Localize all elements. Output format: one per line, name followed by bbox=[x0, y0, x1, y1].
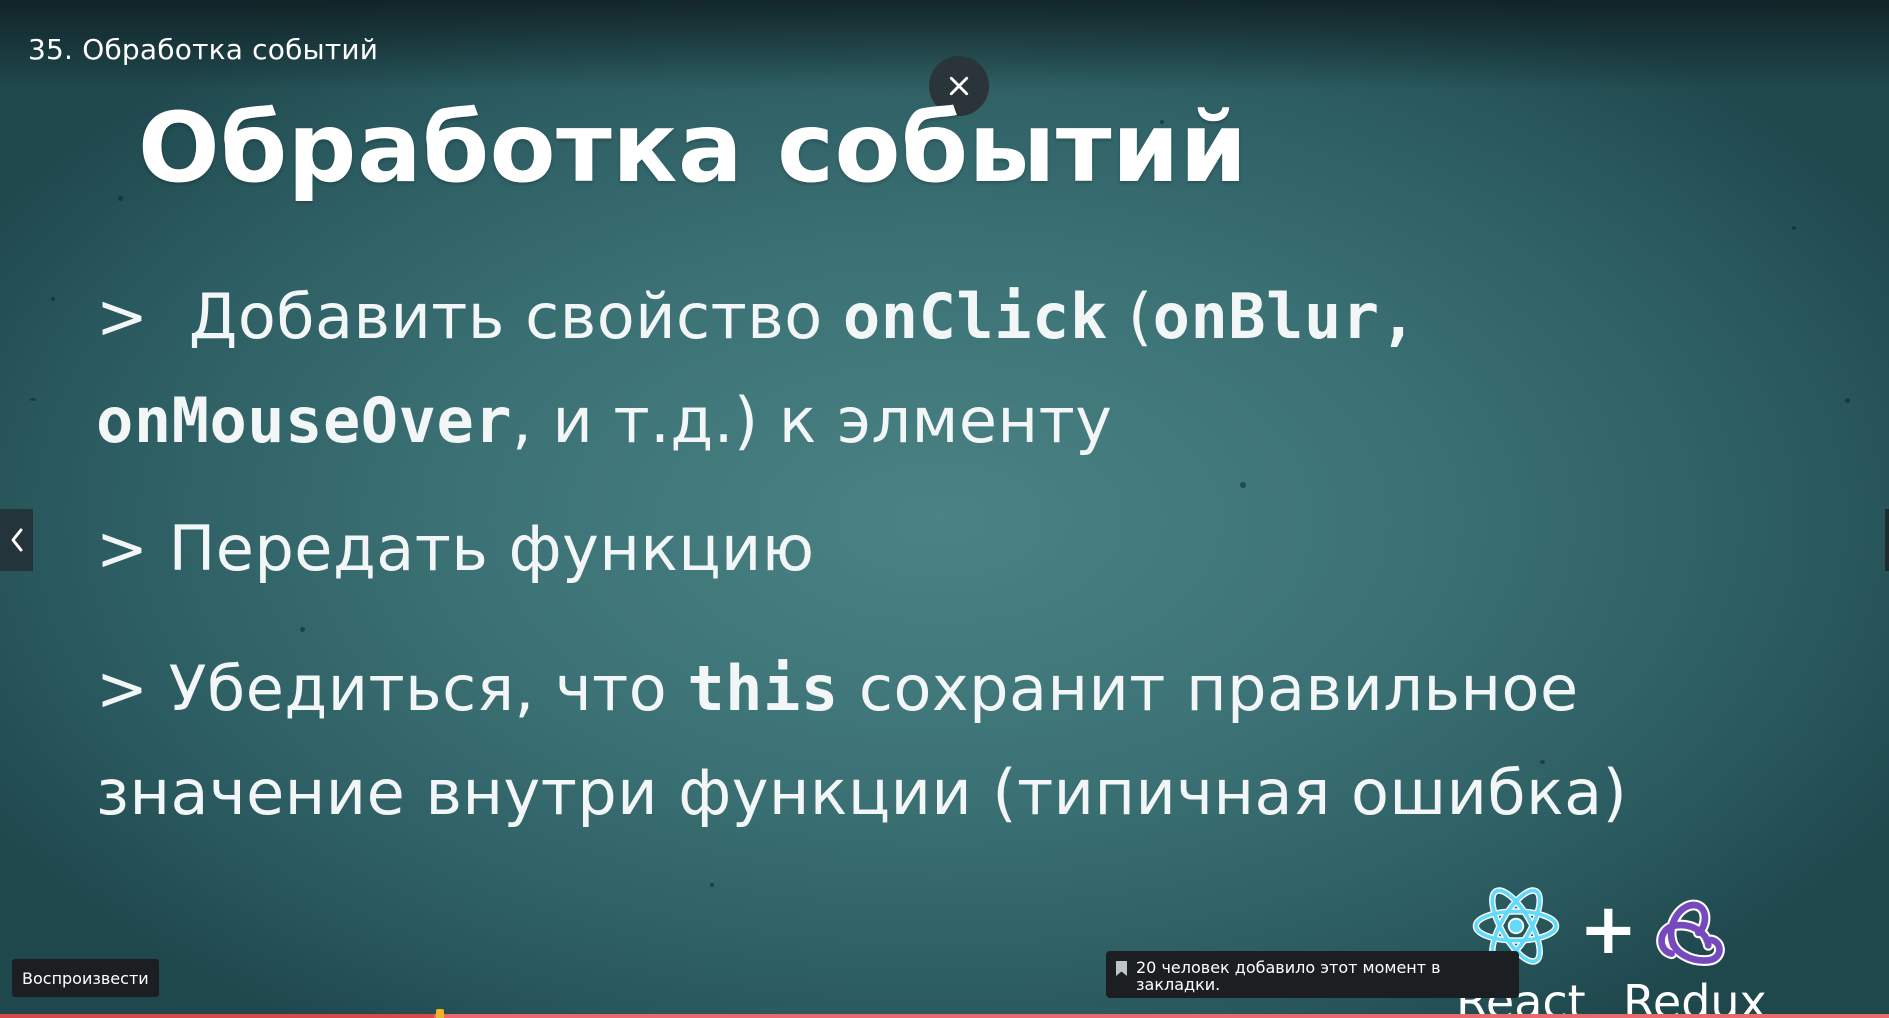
prev-button[interactable] bbox=[0, 509, 33, 571]
chevron-left-icon bbox=[11, 528, 22, 552]
video-title: 35. Обработка событий bbox=[28, 33, 379, 66]
bullet-marker: > bbox=[96, 652, 149, 725]
code-onclick: onClick bbox=[842, 280, 1108, 353]
texture-speck bbox=[710, 883, 714, 887]
texture-speck bbox=[30, 398, 36, 401]
texture-speck bbox=[300, 627, 305, 632]
next-edge-handle[interactable] bbox=[1885, 509, 1889, 571]
bullet-text: , и т.д.) к элменту bbox=[512, 384, 1113, 457]
slide-bullet-2: > Передать функцию bbox=[96, 512, 815, 585]
bullet-text: Передать функцию bbox=[168, 512, 815, 585]
slide-bullet-1-continued: onMouseOver, и т.д.) к элменту bbox=[96, 384, 1112, 457]
bookmark-marker[interactable] bbox=[436, 1009, 444, 1018]
bullet-text: Убедиться, что bbox=[168, 652, 668, 725]
bullet-marker: > bbox=[96, 512, 149, 585]
code-onmouseover: onMouseOver bbox=[96, 384, 513, 457]
video-frame[interactable]: 35. Обработка событий Обработка событий … bbox=[0, 0, 1889, 1018]
bullet-text: Добавить свойство bbox=[188, 280, 823, 353]
slide-bullet-3: > Убедиться, что this сохранит правильно… bbox=[96, 652, 1579, 725]
slide-bullet-3-continued: значение внутри функции (типичная ошибка… bbox=[96, 756, 1628, 829]
bullet-text: сохранит правильное bbox=[858, 652, 1579, 725]
redux-label: Redux bbox=[1623, 975, 1767, 1018]
play-tooltip: Воспроизвести bbox=[12, 959, 159, 997]
plus-sign: + bbox=[1579, 888, 1638, 970]
bookmark-tooltip: 20 человек добавило этот момент в заклад… bbox=[1106, 951, 1519, 998]
texture-speck bbox=[51, 297, 55, 301]
bullet-marker: > bbox=[96, 280, 149, 353]
texture-speck bbox=[118, 196, 123, 201]
bullet-text: ( bbox=[1127, 280, 1153, 353]
progress-bar[interactable] bbox=[0, 1014, 1889, 1018]
redux-logo-icon bbox=[1656, 899, 1725, 966]
slide-bullet-1: > Добавить свойство onClick (onBlur, bbox=[96, 280, 1417, 353]
texture-speck bbox=[1792, 226, 1796, 230]
code-this: this bbox=[687, 652, 839, 725]
code-onblur: onBlur, bbox=[1152, 280, 1418, 353]
slide-heading: Обработка событий bbox=[138, 92, 1248, 204]
bookmark-tooltip-text: 20 человек добавило этот момент в заклад… bbox=[1136, 958, 1441, 994]
bookmark-icon bbox=[1116, 961, 1127, 976]
texture-speck bbox=[1240, 482, 1246, 488]
progress-played bbox=[0, 1014, 435, 1018]
texture-speck bbox=[1845, 398, 1850, 403]
